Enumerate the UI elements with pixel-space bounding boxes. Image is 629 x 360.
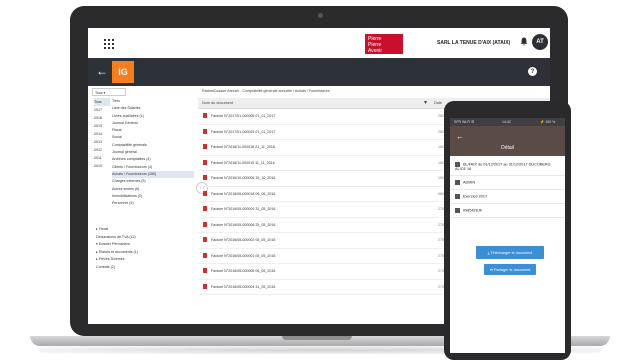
phone-status-bar: SFR Wi-Fi ☰ 14:42 ⚡ 100 % xyxy=(450,118,565,126)
folder-item[interactable]: Charges externes (5) xyxy=(112,178,194,185)
filter-icon[interactable]: ▾ xyxy=(424,99,427,106)
camera-dot xyxy=(318,13,323,18)
pdf-icon xyxy=(203,237,207,242)
document-name[interactable]: Facture N°2016/05-000004 31_05_2016 xyxy=(211,285,275,289)
calendar-icon xyxy=(455,194,460,199)
pdf-icon xyxy=(203,268,207,273)
folder-list-bottom: ▸ Fiscal Déclarations de TVA (11) ▾ Dossie… xyxy=(96,226,192,271)
folder-item[interactable]: Contrats (2) xyxy=(96,264,192,272)
folder-item[interactable]: Journal Général xyxy=(112,120,194,127)
pdf-icon xyxy=(203,113,207,118)
folder-item[interactable]: Archives comptables (4) xyxy=(112,156,194,163)
pdf-icon xyxy=(203,206,207,211)
column-name[interactable]: Nom du document xyxy=(202,101,233,105)
document-name[interactable]: Facture N°2017/01-000005 01_01_2017 xyxy=(211,114,275,118)
folder-item[interactable]: Fiscal xyxy=(112,127,194,134)
column-date[interactable]: Date xyxy=(434,101,442,105)
folder-item[interactable]: Liste des Salariés xyxy=(112,105,194,112)
detail-reference: 0985428JK xyxy=(450,204,565,218)
folder-tree: Tous ▾ Tous 2017 2016 2015 2014 2013 2012 2011 2… xyxy=(90,88,194,324)
phone-screen: SFR Wi-Fi ☰ 14:42 ⚡ 100 % ← Détail BL/FA… xyxy=(450,118,565,353)
breadcrumb: Racine/Dossier Annuel/ - Comptabilité gé… xyxy=(202,89,330,93)
pdf-icon xyxy=(203,159,207,165)
year-item[interactable]: 2013 xyxy=(94,138,110,146)
company-name[interactable]: SARL LA TENUE D'AIX (ATAIX) xyxy=(437,40,510,46)
top-bar: Pierre Pierre Avenir SARL LA TENUE D'AIX… xyxy=(88,28,550,59)
document-name[interactable]: Facture N°2017/01-000025 01_01_2017 xyxy=(211,130,275,134)
pdf-icon xyxy=(203,128,207,134)
download-button[interactable]: ⤓ Télécharger le document xyxy=(476,246,544,259)
folder-item[interactable]: Autres ventes (6) xyxy=(112,186,194,193)
pdf-icon xyxy=(203,252,207,258)
folder-item[interactable]: Clients / Fournisseurs (4) xyxy=(112,164,194,171)
folder-item[interactable]: Déclarations de TVA (11) xyxy=(96,234,192,242)
folder-item[interactable]: Comptabilité générale xyxy=(112,142,194,149)
document-name[interactable]: Facture N°2016/10-000005 15_10_2016 xyxy=(211,176,275,180)
year-item[interactable]: 2017 xyxy=(94,106,110,114)
folder-item[interactable]: Tiers xyxy=(112,98,194,105)
detail-exercise: Exercice 2017 xyxy=(450,190,565,204)
year-item[interactable]: 2016 xyxy=(94,114,110,122)
phone-app-bar: ← Détail xyxy=(450,126,565,156)
folder-item[interactable]: Achats / Fournisseurs (150) xyxy=(112,170,194,179)
folder-item[interactable]: Personnel (4) xyxy=(112,200,194,207)
laptop-notch xyxy=(282,336,352,340)
year-item[interactable]: 2010 xyxy=(94,162,110,170)
folder-item[interactable]: Immobilisations (2) xyxy=(112,193,194,200)
document-name[interactable]: Facture N°2016/05-000001 05_05_2016 xyxy=(211,254,275,258)
help-icon[interactable]: ? xyxy=(528,67,537,76)
year-item[interactable]: Tous xyxy=(94,98,110,106)
phone-title: Détail xyxy=(501,145,514,151)
folder-item[interactable]: Livres auxiliaires (1) xyxy=(112,113,194,120)
phone-back-arrow-icon[interactable]: ← xyxy=(456,132,464,141)
pdf-icon xyxy=(203,283,207,289)
pdf-icon xyxy=(203,190,207,196)
document-name[interactable]: Facture N°2016/06-000018 06_06_2016 xyxy=(211,192,275,196)
detail-document-name: BL/FAIX du 01/12/2017 au 31/12/2017 DUCO… xyxy=(450,158,565,176)
back-arrow-icon[interactable]: ← xyxy=(96,65,108,77)
folder-item[interactable]: ▸ Statuts et documents (1) xyxy=(96,249,192,257)
share-button[interactable]: ➦ Partager le document xyxy=(484,264,536,275)
pdf-icon xyxy=(203,144,207,149)
year-list: Tous 2017 2016 2015 2014 2013 2012 2011 2010 xyxy=(94,98,110,170)
document-name[interactable]: Facture N°2016/05-000009 31_05_2016 xyxy=(211,207,275,211)
document-name[interactable]: Facture N°2016/05-000005 05_05_2016 xyxy=(211,269,275,273)
year-item[interactable]: 2011 xyxy=(94,154,110,162)
detail-user: ADMIN xyxy=(450,176,565,190)
document-name[interactable]: Facture N°2016/05-000002 05_05_2016 xyxy=(211,238,275,242)
folder-item[interactable]: Journal général xyxy=(112,149,194,156)
pdf-icon xyxy=(203,221,207,227)
document-name[interactable]: Facture N°2016/11-000018 21_11_2016 xyxy=(211,145,275,149)
year-item[interactable]: 2015 xyxy=(94,122,110,130)
bell-icon[interactable] xyxy=(520,37,528,46)
folder-item[interactable]: ▸ Fiscal xyxy=(96,226,192,234)
app-logo[interactable]: IG xyxy=(112,61,134,83)
year-item[interactable]: 2012 xyxy=(94,146,110,154)
nav-bar: ← IG ? xyxy=(88,58,550,86)
apps-grid-icon[interactable] xyxy=(104,39,114,49)
brand-logo: Pierre Pierre Avenir xyxy=(365,34,403,54)
folder-item[interactable]: ▸ Pièces Diverses xyxy=(96,256,192,264)
folder-item[interactable]: Social xyxy=(112,134,194,141)
tag-icon xyxy=(455,208,460,213)
folder-list: Tiers Liste des Salariés Livres auxiliaire… xyxy=(112,98,194,207)
folder-item[interactable]: ▾ Dossier Permanent xyxy=(96,241,192,249)
user-icon xyxy=(455,180,460,185)
year-select[interactable]: Tous ▾ xyxy=(92,88,126,96)
avatar[interactable]: AT xyxy=(532,34,548,50)
document-name[interactable]: Facture N°2016/11-000015 11_11_2016 xyxy=(211,161,275,165)
detail-list: BL/FAIX du 01/12/2017 au 31/12/2017 DUCO… xyxy=(450,158,565,218)
pdf-icon xyxy=(203,175,207,180)
year-item[interactable]: 2014 xyxy=(94,130,110,138)
document-name[interactable]: Facture N°2016/05-000008 25_05_2016 xyxy=(211,223,275,227)
